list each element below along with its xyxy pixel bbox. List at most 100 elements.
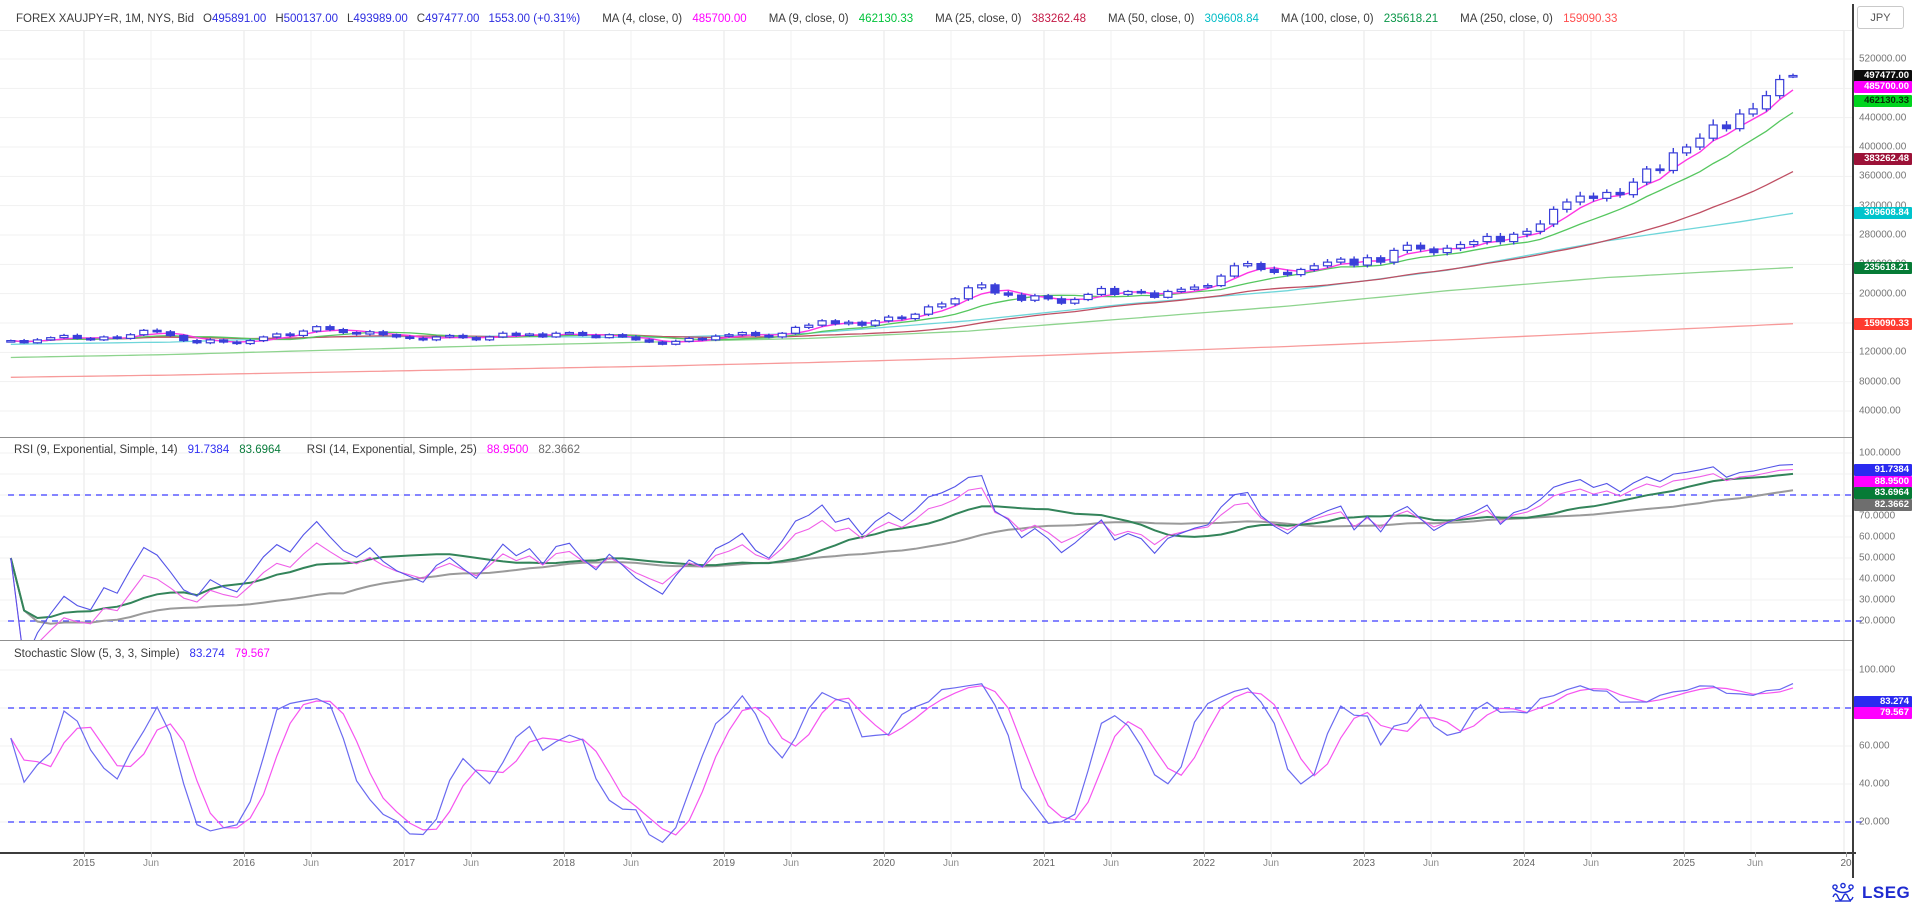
x-axis-tick <box>884 852 885 857</box>
ma-legend-item[interactable]: MA (9, close, 0) 462130.33 <box>769 13 913 25</box>
x-axis-label: 2021 <box>1033 858 1055 869</box>
panel-separator[interactable] <box>0 437 1852 438</box>
rsi-header-token: 91.7384 <box>188 444 230 456</box>
y-axis-label: 100.0000 <box>1859 448 1901 459</box>
x-axis-label: Jun <box>623 858 639 869</box>
rsi-header-token: 83.6964 <box>239 444 281 456</box>
y-axis-label: 70.0000 <box>1859 511 1895 522</box>
x-axis-label: 2025 <box>1673 858 1695 869</box>
chart-legend-bar: FOREX XAUJPY=R, 1M, NYS, Bid O495891.00 H… <box>16 10 1626 28</box>
x-axis-tick <box>791 852 792 857</box>
stochastic-panel-header: Stochastic Slow (5, 3, 3, Simple)83.2747… <box>14 648 280 660</box>
rsi-header-token: RSI (14, Exponential, Simple, 25) <box>307 444 477 456</box>
x-axis-label: Jun <box>1423 858 1439 869</box>
price-badge: 462130.33 <box>1854 95 1912 107</box>
ma-legend-item[interactable]: MA (25, close, 0) 383262.48 <box>935 13 1086 25</box>
net-change: 1553.00 (+0.31%) <box>488 13 580 25</box>
x-axis-label: Jun <box>463 858 479 869</box>
y-axis-label: 60.000 <box>1859 741 1890 752</box>
price-badge: 159090.33 <box>1854 318 1912 330</box>
stoch-header-token: 83.274 <box>190 648 225 660</box>
y-axis-label: 280000.00 <box>1859 230 1906 241</box>
x-axis-label: 2015 <box>73 858 95 869</box>
quote-field: C497477.00 <box>417 13 480 25</box>
y-axis-label: 200000.00 <box>1859 288 1906 299</box>
y-axis-label: 100.000 <box>1859 665 1895 676</box>
rsi-header-token: 82.3662 <box>538 444 580 456</box>
y-axis-label: 360000.00 <box>1859 171 1906 182</box>
x-axis-label: Jun <box>1263 858 1279 869</box>
x-axis-tick <box>1364 852 1365 857</box>
lseg-logo: LSEG <box>1830 882 1910 904</box>
price-badge: 497477.00 <box>1854 70 1912 82</box>
x-axis-tick <box>244 852 245 857</box>
quote-field: H500137.00 <box>275 13 338 25</box>
rsi-header-token: RSI (9, Exponential, Simple, 14) <box>14 444 178 456</box>
ma-legend-item[interactable]: MA (100, close, 0) 235618.21 <box>1281 13 1438 25</box>
x-axis-tick <box>1111 852 1112 857</box>
x-axis-tick <box>1684 852 1685 857</box>
ma-legend-item[interactable]: MA (4, close, 0) 485700.00 <box>602 13 746 25</box>
price-badge: 82.3662 <box>1854 499 1912 511</box>
rsi-indicator-chart[interactable] <box>0 438 1866 640</box>
x-axis-label: 2019 <box>713 858 735 869</box>
stoch-header-token: Stochastic Slow (5, 3, 3, Simple) <box>14 648 180 660</box>
quote-field: L493989.00 <box>347 13 408 25</box>
x-axis-line <box>0 852 1856 854</box>
x-axis-label: 2018 <box>553 858 575 869</box>
ma-legend: MA (4, close, 0) 485700.00 MA (9, close, … <box>589 13 1626 25</box>
x-axis-label: Jun <box>303 858 319 869</box>
x-axis-label: Jun <box>943 858 959 869</box>
x-axis-tick <box>151 852 152 857</box>
x-axis-tick <box>471 852 472 857</box>
lseg-logo-text: LSEG <box>1862 883 1910 903</box>
y-axis-label: 50.0000 <box>1859 553 1895 564</box>
x-axis-tick <box>1755 852 1756 857</box>
x-axis-tick <box>1044 852 1045 857</box>
y-axis-label: 40.0000 <box>1859 574 1895 585</box>
x-axis-tick <box>1846 852 1847 857</box>
x-axis-tick <box>951 852 952 857</box>
x-axis-label: 2016 <box>233 858 255 869</box>
stochastic-indicator-chart[interactable] <box>0 641 1866 852</box>
x-axis-label: Jun <box>1103 858 1119 869</box>
price-badge: 485700.00 <box>1854 81 1912 93</box>
rsi-panel-header: RSI (9, Exponential, Simple, 14) 91.7384 8… <box>14 444 590 456</box>
quote-field: O495891.00 <box>203 13 266 25</box>
x-axis-label: 2023 <box>1353 858 1375 869</box>
price-badge: 309608.84 <box>1854 207 1912 219</box>
y-axis-label: 520000.00 <box>1859 54 1906 65</box>
main-price-chart[interactable] <box>0 30 1852 437</box>
y-axis-label: 40000.00 <box>1859 406 1901 417</box>
x-axis-tick <box>631 852 632 857</box>
x-axis-label: Jun <box>1583 858 1599 869</box>
instrument-title[interactable]: FOREX XAUJPY=R, 1M, NYS, Bid <box>16 13 194 25</box>
ma-legend-item[interactable]: MA (50, close, 0) 309608.84 <box>1108 13 1259 25</box>
y-axis-label: 400000.00 <box>1859 142 1906 153</box>
axis-currency-label: JPY <box>1857 6 1904 29</box>
x-axis-tick <box>311 852 312 857</box>
y-axis-label: 30.0000 <box>1859 595 1895 606</box>
y-axis-label: 40.000 <box>1859 779 1890 790</box>
price-badge: 235618.21 <box>1854 262 1912 274</box>
y-axis-label: 20.000 <box>1859 817 1890 828</box>
header-divider <box>0 30 1852 31</box>
x-axis-tick <box>1591 852 1592 857</box>
x-axis-label: Jun <box>783 858 799 869</box>
x-axis-tick <box>404 852 405 857</box>
x-axis-label: 2022 <box>1193 858 1215 869</box>
price-badge: 83.6964 <box>1854 487 1912 499</box>
x-axis-tick <box>84 852 85 857</box>
x-axis-tick <box>1204 852 1205 857</box>
ma-legend-item[interactable]: MA (250, close, 0) 159090.33 <box>1460 13 1617 25</box>
x-axis-label: Jun <box>1747 858 1763 869</box>
panel-separator[interactable] <box>0 640 1852 641</box>
price-badge: 91.7384 <box>1854 464 1912 476</box>
price-badge: 383262.48 <box>1854 153 1912 165</box>
x-axis-tick <box>564 852 565 857</box>
x-axis-tick <box>1271 852 1272 857</box>
rsi-header-token: 88.9500 <box>487 444 529 456</box>
price-badge: 83.274 <box>1854 696 1912 708</box>
y-axis-label: 20.0000 <box>1859 616 1895 627</box>
y-axis-label: 440000.00 <box>1859 112 1906 123</box>
